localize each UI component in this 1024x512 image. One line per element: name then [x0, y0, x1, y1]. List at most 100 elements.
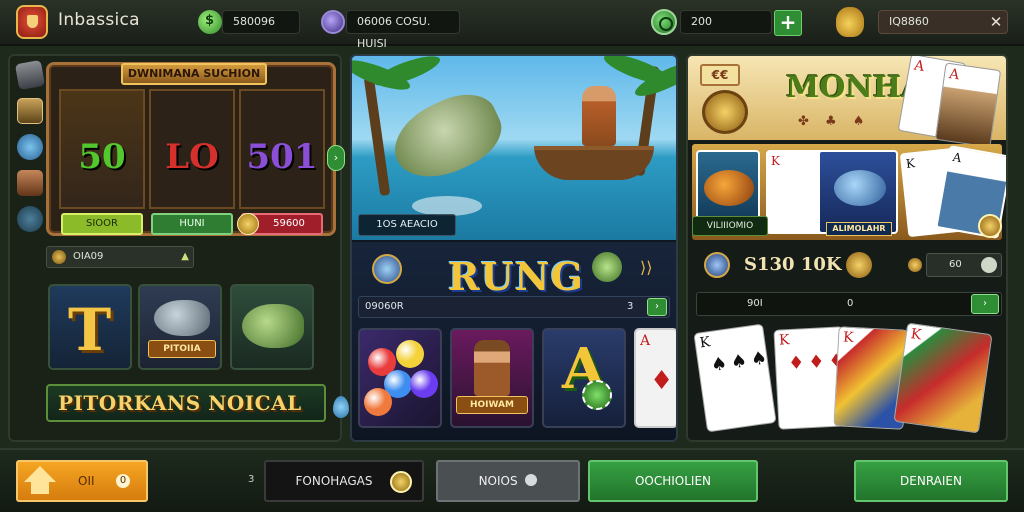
- row-label: 90I: [747, 298, 763, 309]
- game-tile-a[interactable]: A: [542, 328, 626, 428]
- top-bar: Inbassica 580096 06006 COSU. HUISI 200 +…: [0, 0, 1024, 50]
- diamond-icon: ♦: [650, 366, 674, 396]
- status-display: 06006 COSU. HUISI: [346, 10, 460, 50]
- reel-3-button[interactable]: 59600: [237, 213, 323, 235]
- game-tile-bubbles[interactable]: [358, 328, 442, 428]
- collect-button[interactable]: OOCHIOLIEN: [588, 460, 758, 502]
- game-tile-t[interactable]: T: [48, 284, 132, 370]
- card-corner: K: [698, 334, 712, 352]
- map-icon[interactable]: [17, 170, 43, 196]
- chest-icon[interactable]: [17, 98, 43, 124]
- reel-1-button[interactable]: SIOOR: [61, 213, 143, 235]
- coins-display: 200: [680, 10, 772, 34]
- home-button[interactable]: OII 0: [16, 460, 148, 502]
- money-bag-icon[interactable]: [836, 7, 864, 37]
- wrench-icon[interactable]: [14, 59, 46, 91]
- info-value: OIA09: [73, 251, 104, 262]
- cash-icon: [198, 10, 222, 34]
- featured-card[interactable]: ALIMOLAHR: [818, 150, 898, 236]
- card-label: ALIMOLAHR: [826, 222, 892, 236]
- up-arrow-icon: ▲: [181, 251, 189, 262]
- next-arrow-button[interactable]: ›: [327, 145, 345, 171]
- coin-stack-icon: [702, 90, 748, 134]
- coin-icon: [978, 214, 1002, 238]
- home-badge: 0: [116, 474, 130, 488]
- reel-2[interactable]: LO: [149, 89, 235, 209]
- orb-icon: [372, 254, 402, 284]
- reel-value: 501: [246, 137, 318, 177]
- notes-button[interactable]: NOIOS: [436, 460, 580, 502]
- playing-card: A: [934, 62, 1002, 148]
- droplet-icon: [333, 396, 349, 418]
- poker-panel: €€ MONHAI ✤ ♣ ♠ A A K ALIMOLAHR K A VILI…: [686, 54, 1008, 442]
- fishing-scene[interactable]: 1OS AEACIO: [352, 56, 676, 240]
- poker-row[interactable]: 90I 0 ›: [696, 292, 1002, 316]
- game-title: RUNG: [448, 254, 584, 299]
- game-tile-bass[interactable]: [230, 284, 314, 370]
- yellow-ball-icon: [396, 340, 424, 368]
- game-tile-fish[interactable]: PITOIIA: [138, 284, 222, 370]
- card-corner: A: [948, 66, 961, 84]
- fishing-lobby: RUNG ⟩⟩ 09060R 3 › HOIWAM A A ♦: [352, 242, 676, 440]
- card-corner: K: [842, 329, 854, 347]
- coin-icon: [390, 471, 412, 493]
- slot-machine: DWNIMANA SUCHION 50 LO 501 SIOOR HUNI 59…: [46, 62, 345, 236]
- globe-icon[interactable]: [17, 134, 43, 160]
- card-corner: K: [771, 154, 780, 168]
- shield-icon: [321, 10, 345, 34]
- info-row[interactable]: OIA09 ▲: [46, 246, 194, 268]
- chip-icon: [582, 380, 612, 410]
- lobby-row[interactable]: 09060R 3 ›: [358, 296, 670, 318]
- water-splash: [412, 196, 482, 216]
- shop-button[interactable]: FONOHAGAS: [264, 460, 424, 502]
- brand-logo-icon[interactable]: [16, 5, 48, 39]
- bass-fish-icon: [242, 304, 304, 348]
- close-button[interactable]: ✕: [983, 9, 1009, 35]
- bet-value: 60: [949, 259, 962, 270]
- purple-ball-icon: [410, 370, 438, 398]
- shop-label: FONOHAGAS: [295, 474, 373, 488]
- jumping-fish-icon: [382, 82, 512, 192]
- double-arrow-icon[interactable]: ⟩⟩: [640, 258, 652, 277]
- profile-id: IQ8860: [889, 15, 929, 28]
- reel-1[interactable]: 50: [59, 89, 145, 209]
- promo-banner[interactable]: PITORKANS NOICAL: [46, 384, 349, 422]
- notes-label: NOIOS: [478, 474, 518, 488]
- slot-title: DWNIMANA SUCHION: [121, 63, 267, 85]
- tile-label: PITOIIA: [148, 340, 216, 358]
- orange-ball-icon: [364, 388, 392, 416]
- reel-2-button[interactable]: HUNI: [151, 213, 233, 235]
- reel-3[interactable]: 501: [239, 89, 325, 209]
- poker-promo[interactable]: €€ MONHAI ✤ ♣ ♠ A A: [688, 56, 1006, 148]
- card-corner: A: [912, 57, 926, 76]
- card-corner: K: [778, 332, 790, 349]
- game-tile-card[interactable]: A ♦: [634, 328, 676, 428]
- hand-card[interactable]: K: [893, 322, 993, 434]
- promo-badge: €€: [700, 64, 740, 86]
- row-go-button[interactable]: ›: [971, 294, 999, 314]
- add-coins-button[interactable]: +: [774, 10, 802, 36]
- row-label: 09060R: [365, 301, 404, 312]
- fishing-panel: 1OS AEACIO RUNG ⟩⟩ 09060R 3 › HOIWAM A A: [350, 54, 678, 442]
- card-corner: A: [951, 149, 963, 166]
- row-go-button[interactable]: ›: [647, 298, 667, 316]
- palm-tree: [363, 75, 391, 197]
- trophy-icon: [704, 252, 730, 278]
- slots-panel: DWNIMANA SUCHION 50 LO 501 SIOOR HUNI 59…: [8, 54, 349, 442]
- bottom-bar: OII 0 3 FONOHAGAS NOIOS OOCHIOLIEN DENRA…: [0, 448, 1024, 512]
- coin-icon: [908, 258, 922, 272]
- frog-icon: [592, 252, 622, 282]
- blue-fish-icon: [834, 170, 886, 206]
- row-value: 0: [847, 298, 854, 309]
- page-indicator: 3: [248, 474, 255, 485]
- goldfish-icon: [704, 170, 754, 206]
- hand-card[interactable]: K ♠♠♠♠♠♠: [693, 323, 832, 433]
- home-label: OII: [78, 474, 95, 488]
- card-corner: K: [905, 156, 916, 171]
- game-tile-explorer[interactable]: HOIWAM: [450, 328, 534, 428]
- bet-display[interactable]: 60: [926, 253, 1002, 277]
- settings-icon[interactable]: [17, 206, 43, 232]
- card-sub-label: VILIIIOMIO: [692, 216, 768, 236]
- play-button[interactable]: DENRAIEN: [854, 460, 1008, 502]
- tile-letter: T: [68, 296, 112, 364]
